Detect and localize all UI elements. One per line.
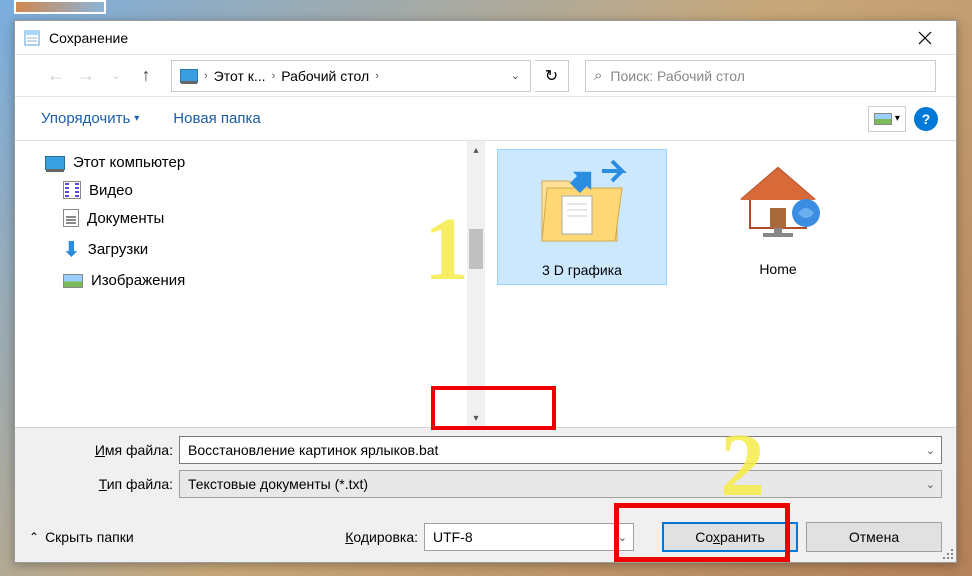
breadcrumb-item[interactable]: Этот к...: [210, 68, 270, 84]
encoding-value: UTF-8: [433, 529, 473, 545]
breadcrumb-item[interactable]: Рабочий стол: [277, 68, 373, 84]
tree-item-pictures[interactable]: Изображения: [63, 267, 485, 294]
desktop-thumbnail: [14, 0, 106, 14]
chevron-down-icon[interactable]: ⌄: [618, 531, 627, 544]
close-button[interactable]: [902, 23, 948, 53]
document-icon: [63, 209, 79, 227]
chevron-down-icon: ▾: [134, 113, 139, 124]
nav-recent-dropdown[interactable]: ⌄: [103, 63, 129, 89]
nav-forward-button[interactable]: →: [73, 63, 99, 89]
file-label: 3 D графика: [542, 262, 622, 278]
close-icon: [918, 31, 932, 45]
encoding-label: Кодировка:: [345, 529, 418, 545]
help-button[interactable]: ?: [914, 107, 938, 131]
tree-label: Видео: [89, 182, 133, 199]
download-icon: ⬇: [63, 237, 80, 262]
home-network-icon: [723, 155, 833, 255]
tree-this-pc[interactable]: Этот компьютер: [45, 149, 485, 176]
nav-row: ← → ⌄ ↑ › Этот к... › Рабочий стол › ⌄ ↻…: [15, 55, 956, 97]
tree-item-video[interactable]: Видео: [63, 176, 485, 204]
scroll-thumb[interactable]: [469, 229, 483, 269]
toolbar: Упорядочить ▾ Новая папка ▾ ?: [15, 97, 956, 141]
save-dialog: Сохранение ← → ⌄ ↑ › Этот к... › Рабочий…: [14, 20, 957, 563]
new-folder-label: Новая папка: [173, 110, 260, 127]
search-placeholder: Поиск: Рабочий стол: [610, 68, 744, 84]
cancel-button[interactable]: Отмена: [806, 522, 942, 552]
pc-icon: [180, 69, 198, 83]
footer: ⌃ Скрыть папки Кодировка: UTF-8 ⌄ Сохран…: [15, 510, 956, 562]
sidebar: Этот компьютер Видео Документы ⬇ Загрузк…: [15, 141, 485, 427]
tree-label: Этот компьютер: [73, 154, 185, 171]
window-title: Сохранение: [49, 30, 902, 46]
nav-up-button[interactable]: ↑: [133, 63, 159, 89]
search-input[interactable]: ⌕ Поиск: Рабочий стол: [585, 60, 936, 92]
chevron-down-icon[interactable]: ⌄: [926, 444, 935, 457]
pc-icon: [45, 156, 65, 170]
save-label: Сохранить: [695, 529, 765, 545]
tree-label: Документы: [87, 210, 164, 227]
nav-back-button[interactable]: ←: [43, 63, 69, 89]
hide-folders-label: Скрыть папки: [45, 529, 134, 545]
organize-label: Упорядочить: [41, 110, 130, 127]
tree-label: Загрузки: [88, 241, 148, 258]
tree-item-documents[interactable]: Документы: [63, 204, 485, 232]
picture-icon: [874, 113, 892, 125]
scroll-up-icon[interactable]: ▴: [467, 141, 485, 159]
chevron-up-icon: ⌃: [29, 530, 39, 544]
refresh-button[interactable]: ↻: [535, 60, 569, 92]
filename-value: Восстановление картинок ярлыков.bat: [188, 442, 438, 458]
breadcrumb-bar[interactable]: › Этот к... › Рабочий стол › ⌄: [171, 60, 531, 92]
notepad-icon: [23, 29, 41, 47]
chevron-right-icon: ›: [272, 70, 276, 82]
tree-label: Изображения: [91, 272, 185, 289]
filename-input[interactable]: Восстановление картинок ярлыков.bat ⌄: [179, 436, 942, 464]
breadcrumb-dropdown[interactable]: ⌄: [505, 69, 526, 82]
file-label: Home: [759, 261, 796, 277]
search-icon: ⌕: [594, 67, 602, 84]
picture-icon: [63, 274, 83, 288]
file-item-home[interactable]: Home: [693, 149, 863, 283]
new-folder-button[interactable]: Новая папка: [165, 104, 268, 133]
titlebar: Сохранение: [15, 21, 956, 55]
file-item-folder[interactable]: 3 D графика: [497, 149, 667, 285]
tree-item-downloads[interactable]: ⬇ Загрузки: [63, 232, 485, 267]
filetype-label: Тип файла:: [29, 476, 179, 492]
sidebar-scrollbar[interactable]: ▴ ▾: [467, 141, 485, 427]
encoding-select[interactable]: UTF-8 ⌄: [424, 523, 634, 551]
organize-button[interactable]: Упорядочить ▾: [33, 104, 147, 133]
resize-grip[interactable]: [941, 547, 953, 559]
chevron-right-icon: ›: [204, 70, 208, 82]
chevron-down-icon[interactable]: ⌄: [926, 478, 935, 491]
filetype-select[interactable]: Текстовые документы (*.txt) ⌄: [179, 470, 942, 498]
filetype-value: Текстовые документы (*.txt): [188, 476, 368, 492]
file-list: 3 D графика Home: [485, 141, 956, 427]
save-button[interactable]: Сохранить: [662, 522, 798, 552]
folder-shortcut-icon: [527, 156, 637, 256]
chevron-right-icon: ›: [375, 70, 379, 82]
cancel-label: Отмена: [849, 529, 899, 545]
video-icon: [63, 181, 81, 199]
body-area: Этот компьютер Видео Документы ⬇ Загрузк…: [15, 141, 956, 427]
filename-label: Имя файла:: [29, 442, 179, 458]
form-panel: Имя файла: Восстановление картинок ярлык…: [15, 427, 956, 510]
view-mode-button[interactable]: ▾: [868, 106, 906, 132]
hide-folders-button[interactable]: ⌃ Скрыть папки: [29, 529, 134, 545]
scroll-down-icon[interactable]: ▾: [467, 409, 485, 427]
